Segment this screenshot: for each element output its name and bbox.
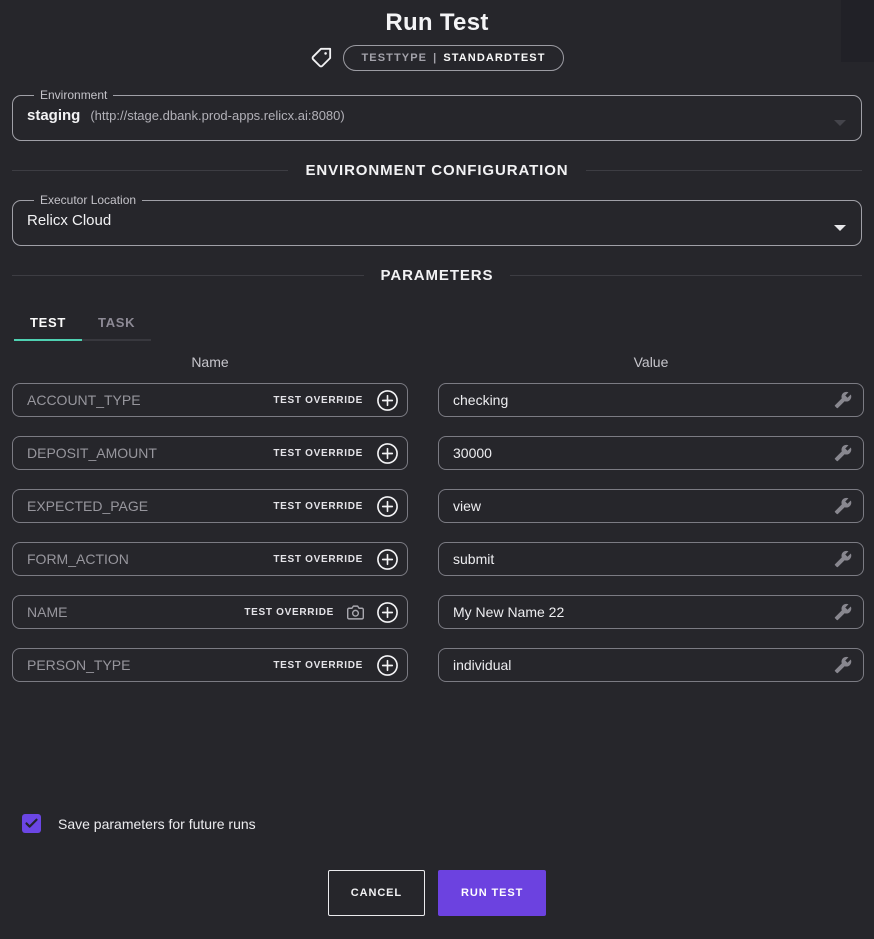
parameter-row: FORM_ACTION TEST OVERRIDE submit: [0, 542, 874, 576]
parameter-value-field[interactable]: submit: [438, 542, 864, 576]
parameter-name-field[interactable]: NAME TEST OVERRIDE: [12, 595, 408, 629]
camera-icon[interactable]: [347, 604, 364, 621]
environment-value: staging: [27, 107, 80, 124]
save-parameters-row: Save parameters for future runs: [22, 814, 874, 833]
cancel-button[interactable]: CANCEL: [328, 870, 425, 916]
parameter-name-field[interactable]: PERSON_TYPE TEST OVERRIDE: [12, 648, 408, 682]
tag-icon: [310, 47, 332, 69]
badge-separator: |: [433, 52, 437, 64]
test-override-label: TEST OVERRIDE: [273, 501, 363, 512]
parameter-name: FORM_ACTION: [27, 551, 273, 567]
tab-test[interactable]: TEST: [14, 304, 82, 339]
chevron-down-icon: [834, 225, 846, 231]
test-type-badge: TESTTYPE | STANDARDTEST: [343, 45, 563, 71]
column-header-value: Value: [438, 354, 864, 370]
run-test-button[interactable]: RUN TEST: [438, 870, 546, 916]
tab-task[interactable]: TASK: [82, 304, 151, 339]
column-header-name: Name: [12, 354, 408, 370]
parameter-row: DEPOSIT_AMOUNT TEST OVERRIDE 30000: [0, 436, 874, 470]
background-scroll-shade: [841, 0, 874, 62]
parameter-value-field[interactable]: individual: [438, 648, 864, 682]
parameter-row: NAME TEST OVERRIDE My New Name 22: [0, 595, 874, 629]
parameter-value-field[interactable]: view: [438, 489, 864, 523]
add-override-button[interactable]: [376, 548, 399, 571]
parameter-row: PERSON_TYPE TEST OVERRIDE individual: [0, 648, 874, 682]
add-override-button[interactable]: [376, 654, 399, 677]
executor-location-select[interactable]: Executor Location Relicx Cloud: [12, 193, 862, 246]
executor-location-value: Relicx Cloud: [27, 212, 111, 229]
parameter-value-field[interactable]: checking: [438, 383, 864, 417]
executor-location-label: Executor Location: [34, 193, 142, 207]
environment-configuration-title: ENVIRONMENT CONFIGURATION: [305, 162, 568, 179]
wrench-icon[interactable]: [834, 391, 852, 409]
badge-value: STANDARDTEST: [443, 52, 545, 64]
test-override-label: TEST OVERRIDE: [244, 607, 334, 618]
add-override-button[interactable]: [376, 495, 399, 518]
parameter-value: checking: [453, 392, 834, 408]
parameter-value: My New Name 22: [453, 604, 834, 620]
dialog-actions: CANCEL RUN TEST: [0, 870, 874, 916]
parameter-row: ACCOUNT_TYPE TEST OVERRIDE checking: [0, 383, 874, 417]
test-override-label: TEST OVERRIDE: [273, 660, 363, 671]
parameter-name-field[interactable]: FORM_ACTION TEST OVERRIDE: [12, 542, 408, 576]
add-override-button[interactable]: [376, 601, 399, 624]
parameter-value: view: [453, 498, 834, 514]
wrench-icon[interactable]: [834, 550, 852, 568]
parameter-name: EXPECTED_PAGE: [27, 498, 273, 514]
environment-label: Environment: [34, 88, 113, 102]
wrench-icon[interactable]: [834, 497, 852, 515]
parameter-value: individual: [453, 657, 834, 673]
parameter-name-field[interactable]: EXPECTED_PAGE TEST OVERRIDE: [12, 489, 408, 523]
test-override-label: TEST OVERRIDE: [273, 554, 363, 565]
parameter-value-field[interactable]: 30000: [438, 436, 864, 470]
parameters-divider: PARAMETERS: [12, 267, 862, 284]
parameter-column-headers: Name Value: [0, 354, 874, 370]
parameters-tabs: TEST TASK: [14, 304, 151, 341]
add-override-button[interactable]: [376, 442, 399, 465]
test-override-label: TEST OVERRIDE: [273, 448, 363, 459]
parameter-rows: ACCOUNT_TYPE TEST OVERRIDE checking: [0, 383, 874, 682]
dialog-title: Run Test: [0, 0, 874, 37]
chevron-down-icon: [834, 120, 846, 126]
test-override-label: TEST OVERRIDE: [273, 395, 363, 406]
parameter-value: 30000: [453, 445, 834, 461]
wrench-icon[interactable]: [834, 656, 852, 674]
parameter-value-field[interactable]: My New Name 22: [438, 595, 864, 629]
test-type-badge-row: TESTTYPE | STANDARDTEST: [0, 44, 874, 72]
wrench-icon[interactable]: [834, 603, 852, 621]
parameter-name: DEPOSIT_AMOUNT: [27, 445, 273, 461]
parameter-value: submit: [453, 551, 834, 567]
parameter-name: NAME: [27, 604, 244, 620]
parameters-title: PARAMETERS: [381, 267, 494, 284]
parameter-name: PERSON_TYPE: [27, 657, 273, 673]
parameter-name-field[interactable]: ACCOUNT_TYPE TEST OVERRIDE: [12, 383, 408, 417]
environment-url: (http://stage.dbank.prod-apps.relicx.ai:…: [90, 108, 344, 123]
environment-configuration-divider: ENVIRONMENT CONFIGURATION: [12, 162, 862, 179]
save-parameters-label: Save parameters for future runs: [58, 816, 256, 832]
parameter-name-field[interactable]: DEPOSIT_AMOUNT TEST OVERRIDE: [12, 436, 408, 470]
wrench-icon[interactable]: [834, 444, 852, 462]
parameter-row: EXPECTED_PAGE TEST OVERRIDE view: [0, 489, 874, 523]
add-override-button[interactable]: [376, 389, 399, 412]
save-parameters-checkbox[interactable]: [22, 814, 41, 833]
environment-select[interactable]: Environment staging (http://stage.dbank.…: [12, 88, 862, 141]
parameter-name: ACCOUNT_TYPE: [27, 392, 273, 408]
badge-type-label: TESTTYPE: [361, 52, 427, 64]
